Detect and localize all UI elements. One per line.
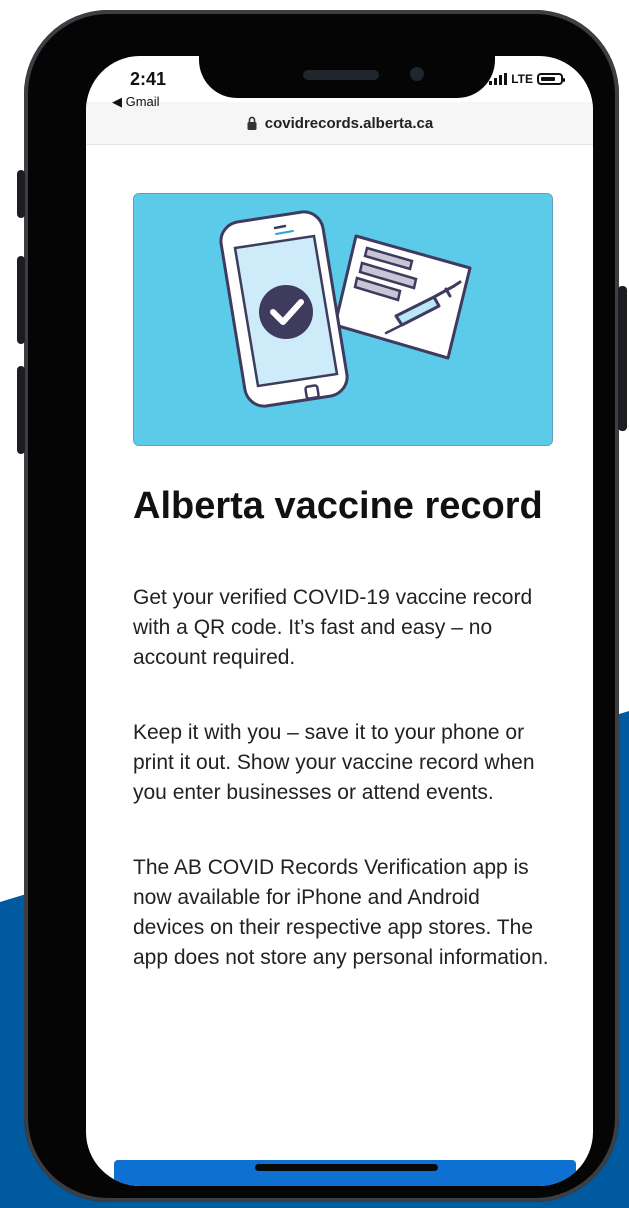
phone-frame: 2:41 ◀ Gmail LTE covidrecords.alberta.ca xyxy=(17,10,627,1202)
intro-paragraph: Get your verified COVID-19 vaccine recor… xyxy=(133,586,533,669)
phone-notch xyxy=(199,36,495,98)
battery-icon xyxy=(537,73,565,85)
signal-icon xyxy=(489,73,508,85)
lock-icon xyxy=(247,116,257,130)
status-time: 2:41 xyxy=(130,69,167,89)
phone-screen: 2:41 ◀ Gmail LTE covidrecords.alberta.ca xyxy=(86,56,593,1186)
browser-url-bar[interactable]: covidrecords.alberta.ca xyxy=(86,102,593,145)
hero-banner xyxy=(133,193,553,446)
volume-up-button xyxy=(17,256,25,344)
verification-app-paragraph: The AB COVID Records Verification app is… xyxy=(133,856,549,969)
volume-down-button xyxy=(17,366,25,454)
power-button xyxy=(618,286,627,431)
page-title: Alberta vaccine record xyxy=(133,485,543,527)
home-indicator[interactable] xyxy=(255,1164,438,1171)
front-camera xyxy=(410,67,424,81)
url-text: covidrecords.alberta.ca xyxy=(264,114,434,132)
silent-switch xyxy=(17,170,25,218)
phone-checkmark-vaccine-card-illustration xyxy=(134,194,552,445)
battery-level xyxy=(541,77,555,81)
save-paragraph: Keep it with you – save it to your phone… xyxy=(133,721,535,804)
network-label: LTE xyxy=(511,72,533,86)
page-content: Alberta vaccine record Get your verified… xyxy=(133,193,553,973)
back-to-gmail-link[interactable]: ◀ Gmail xyxy=(112,94,160,110)
speaker-grille xyxy=(303,70,379,80)
status-indicators: LTE xyxy=(489,72,565,86)
